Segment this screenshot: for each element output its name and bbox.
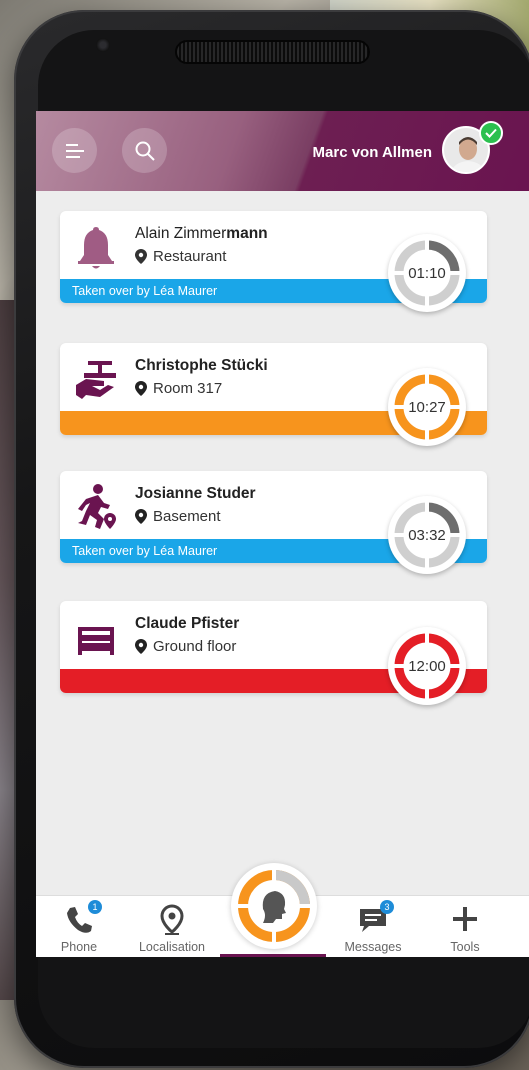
nav-tools-label: Tools [450,940,480,954]
location-pin-icon [135,639,147,654]
search-icon [135,141,155,161]
bell-icon [78,227,114,269]
room-service-icon [76,361,116,399]
alarm-head-icon [262,891,286,923]
plus-icon [453,907,477,931]
alert-timer: 12:00 [388,627,466,705]
search-button[interactable] [122,128,167,173]
front-camera [96,38,110,52]
alert-person-name: Josianne Studer [135,485,256,502]
menu-icon [65,143,84,158]
location-pin-icon [135,509,147,524]
phone-badge: 1 [88,900,102,914]
messages-badge: 3 [380,900,394,914]
timer-value: 12:00 [408,657,446,675]
nav-phone[interactable]: 1 Phone [39,896,119,957]
alert-timer: 10:27 [388,368,466,446]
nav-localisation-label: Localisation [138,940,205,954]
nav-phone-label: Phone [60,940,98,954]
alert-location: Ground floor [135,638,236,655]
alert-person-name: Alain Zimmermann [135,225,268,242]
alert-timer: 03:32 [388,496,466,574]
user-name: Marc von Allmen [312,144,432,161]
nav-messages-label: Messages [344,940,402,954]
bed-icon [78,627,114,655]
nav-tools[interactable]: Tools [425,896,505,957]
location-pin-icon [160,904,184,935]
location-pin-icon [135,381,147,396]
alert-person-name: Claude Pfister [135,615,240,632]
location-pin-icon [135,249,147,264]
alert-location: Room 317 [135,380,222,397]
app-screen: Marc von Allmen Alain Zimmermann Restaur… [36,111,529,957]
timer-value: 01:10 [408,264,446,282]
app-header: Marc von Allmen [36,111,529,191]
alert-timer: 01:10 [388,234,466,312]
running-person-icon [78,484,116,529]
nav-localisation[interactable]: Localisation [132,896,212,957]
active-tab-indicator [220,954,326,957]
phone-speaker [175,40,370,64]
alarm-center-button[interactable] [231,863,317,949]
alert-location: Basement [135,508,221,525]
alert-person-name: Christophe Stücki [135,357,268,374]
alert-location: Restaurant [135,248,226,265]
nav-messages[interactable]: 3 Messages [333,896,413,957]
online-status-check-icon [479,121,503,145]
menu-button[interactable] [52,128,97,173]
timer-value: 03:32 [408,526,446,544]
timer-value: 10:27 [408,398,446,416]
